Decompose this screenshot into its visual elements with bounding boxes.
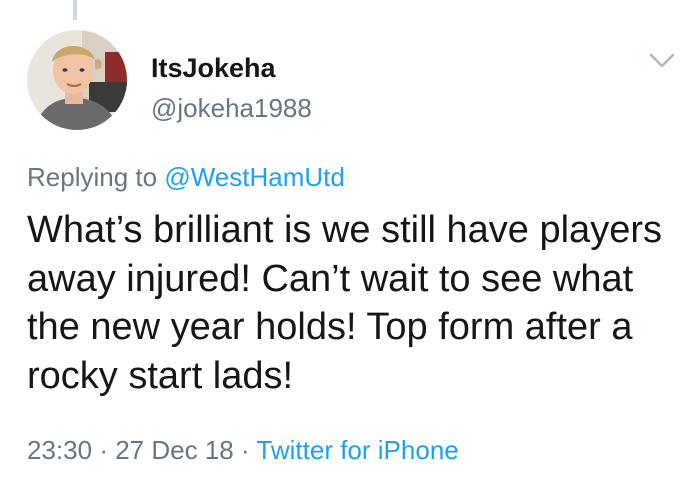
meta-separator: · <box>240 435 250 465</box>
tweet-time[interactable]: 23:30 <box>27 435 92 465</box>
chevron-down-icon <box>649 53 675 68</box>
user-avatar[interactable] <box>27 30 127 130</box>
user-display-name[interactable]: ItsJokeha <box>151 52 276 84</box>
reply-prefix: Replying to <box>27 162 158 192</box>
thread-connector-line <box>73 0 77 20</box>
tweet-menu-button[interactable] <box>645 46 679 76</box>
tweet-source-link[interactable]: Twitter for iPhone <box>256 435 458 465</box>
user-handle[interactable]: @jokeha1988 <box>151 92 312 124</box>
reply-mention-link[interactable]: @WestHamUtd <box>164 162 345 192</box>
reply-context: Replying to @WestHamUtd <box>27 160 345 194</box>
tweet-date[interactable]: 27 Dec 18 <box>115 435 234 465</box>
meta-separator: · <box>99 435 108 465</box>
tweet-meta: 23:30 · 27 Dec 18 · Twitter for iPhone <box>27 433 459 467</box>
avatar-image <box>27 30 127 130</box>
tweet-text: What’s brilliant is we still have player… <box>27 209 662 397</box>
